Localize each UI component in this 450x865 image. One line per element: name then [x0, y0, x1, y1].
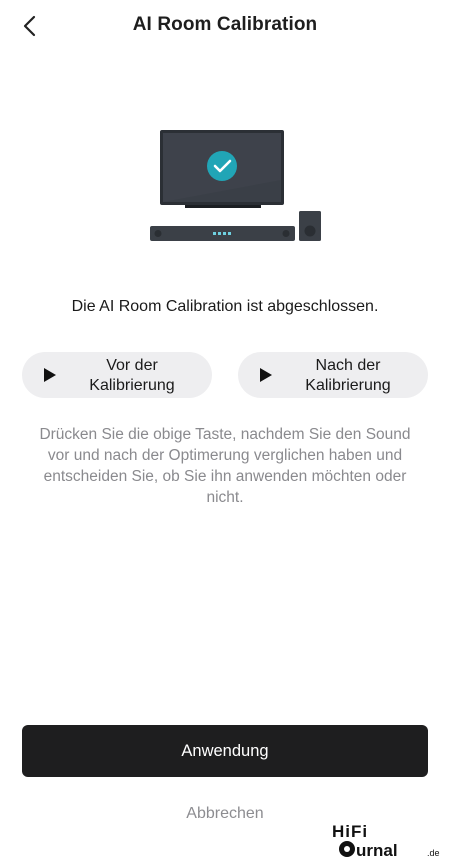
compare-buttons: Vor der Kalibrierung Nach der Kalibrieru… [22, 352, 428, 398]
svg-text:.de: .de [427, 848, 440, 858]
svg-text:urnal: urnal [356, 841, 398, 860]
apply-button[interactable]: Anwendung [22, 725, 428, 777]
play-icon [44, 368, 56, 382]
after-calibration-button[interactable]: Nach der Kalibrierung [238, 352, 428, 398]
hifi-journal-watermark: HiFi urnal .de [330, 820, 448, 860]
header: AI Room Calibration [0, 0, 450, 52]
before-calibration-button[interactable]: Vor der Kalibrierung [22, 352, 212, 398]
before-calibration-label: Vor der Kalibrierung [89, 357, 175, 394]
after-calibration-label: Nach der Kalibrierung [305, 357, 391, 394]
play-icon [260, 368, 272, 382]
svg-text:HiFi: HiFi [332, 822, 368, 841]
instruction-text: Drücken Sie die obige Taste, nachdem Sie… [39, 426, 411, 506]
check-icon [207, 151, 237, 181]
tv-soundbar-illustration [145, 125, 330, 250]
status-message: Die AI Room Calibration ist abgeschlosse… [71, 298, 379, 315]
page-title: AI Room Calibration [132, 14, 318, 35]
